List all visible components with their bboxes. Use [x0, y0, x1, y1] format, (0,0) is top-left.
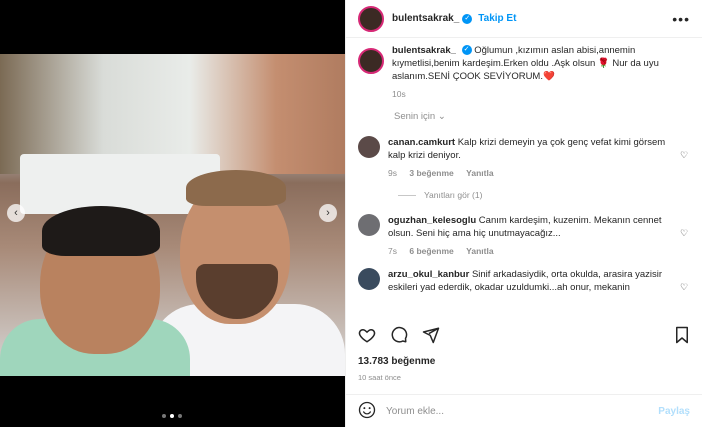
comment-time[interactable]: 9s [388, 168, 397, 178]
caption-time[interactable]: 10s [392, 89, 406, 99]
caption-username[interactable]: bulentsakrak_ [392, 45, 456, 56]
verified-badge-icon: ✓ [462, 13, 473, 24]
heart-icon[interactable] [358, 326, 376, 347]
action-bar [358, 326, 690, 346]
carousel-dot-active[interactable] [170, 414, 174, 418]
caption-row: bulentsakrak_ ✓ Oğlumun ,kızımın aslan a… [358, 44, 690, 101]
comment-username[interactable]: oguzhan_kelesoglu [388, 215, 476, 226]
caption-avatar[interactable] [358, 48, 384, 74]
comment-time[interactable]: 7s [388, 246, 397, 256]
comment-row: oguzhan_kelesoglu Canım kardeşim, kuzeni… [358, 214, 690, 258]
comment-username[interactable]: canan.camkurt [388, 137, 455, 148]
post-header: bulentsakrak_ ✓ Takip Et ••• [346, 0, 702, 38]
carousel-prev-button[interactable]: ‹ [7, 204, 25, 222]
post-media: ‹ › [0, 0, 345, 427]
comment-composer: Paylaş [346, 394, 702, 427]
comment-avatar[interactable] [358, 268, 380, 290]
comment-row: arzu_okul_kanbur Sinif arkadasiydik, ort… [358, 268, 690, 294]
more-options-icon[interactable]: ••• [672, 11, 690, 27]
carousel-next-button[interactable]: › [319, 204, 337, 222]
post-timestamp[interactable]: 10 saat önce [358, 373, 401, 382]
comment-avatar[interactable] [358, 214, 380, 236]
comment-like-heart-icon[interactable]: ♡ [680, 282, 690, 294]
likes-count[interactable]: 13.783 beğenme [358, 356, 435, 367]
for-you-filter[interactable]: Senin için ⌄ [394, 111, 690, 122]
post-photo[interactable] [0, 54, 345, 376]
comment-input[interactable] [386, 405, 659, 417]
bookmark-icon[interactable] [674, 326, 690, 347]
view-replies[interactable]: Yanıtları gör (1) [398, 190, 690, 200]
comment-row: canan.camkurt Kalp krizi demeyin ya çok … [358, 136, 690, 180]
author-avatar[interactable] [358, 5, 384, 32]
view-replies-label[interactable]: Yanıtları gör (1) [424, 190, 482, 200]
comment-like-heart-icon[interactable]: ♡ [680, 150, 690, 180]
comment-like-heart-icon[interactable]: ♡ [680, 228, 690, 258]
comment-likes[interactable]: 3 beğenme [409, 168, 453, 178]
verified-badge-icon: ✓ [461, 45, 472, 56]
comments-section[interactable]: bulentsakrak_ ✓ Oğlumun ,kızımın aslan a… [346, 44, 702, 316]
carousel-dots [162, 414, 182, 418]
reply-button[interactable]: Yanıtla [466, 246, 493, 256]
post-sidebar: bulentsakrak_ ✓ Takip Et ••• bulentsakra… [345, 0, 702, 427]
author-username[interactable]: bulentsakrak_ [392, 13, 459, 24]
post-comment-button[interactable]: Paylaş [658, 406, 690, 417]
carousel-dot[interactable] [178, 414, 182, 418]
comment-username[interactable]: arzu_okul_kanbur [388, 269, 469, 280]
carousel-dot[interactable] [162, 414, 166, 418]
comment-icon[interactable] [390, 326, 408, 347]
comment-likes[interactable]: 6 beğenme [409, 246, 453, 256]
comment-avatar[interactable] [358, 136, 380, 158]
reply-button[interactable]: Yanıtla [466, 168, 493, 178]
share-icon[interactable] [422, 326, 440, 347]
emoji-icon[interactable] [358, 401, 376, 422]
follow-button[interactable]: Takip Et [478, 13, 516, 24]
